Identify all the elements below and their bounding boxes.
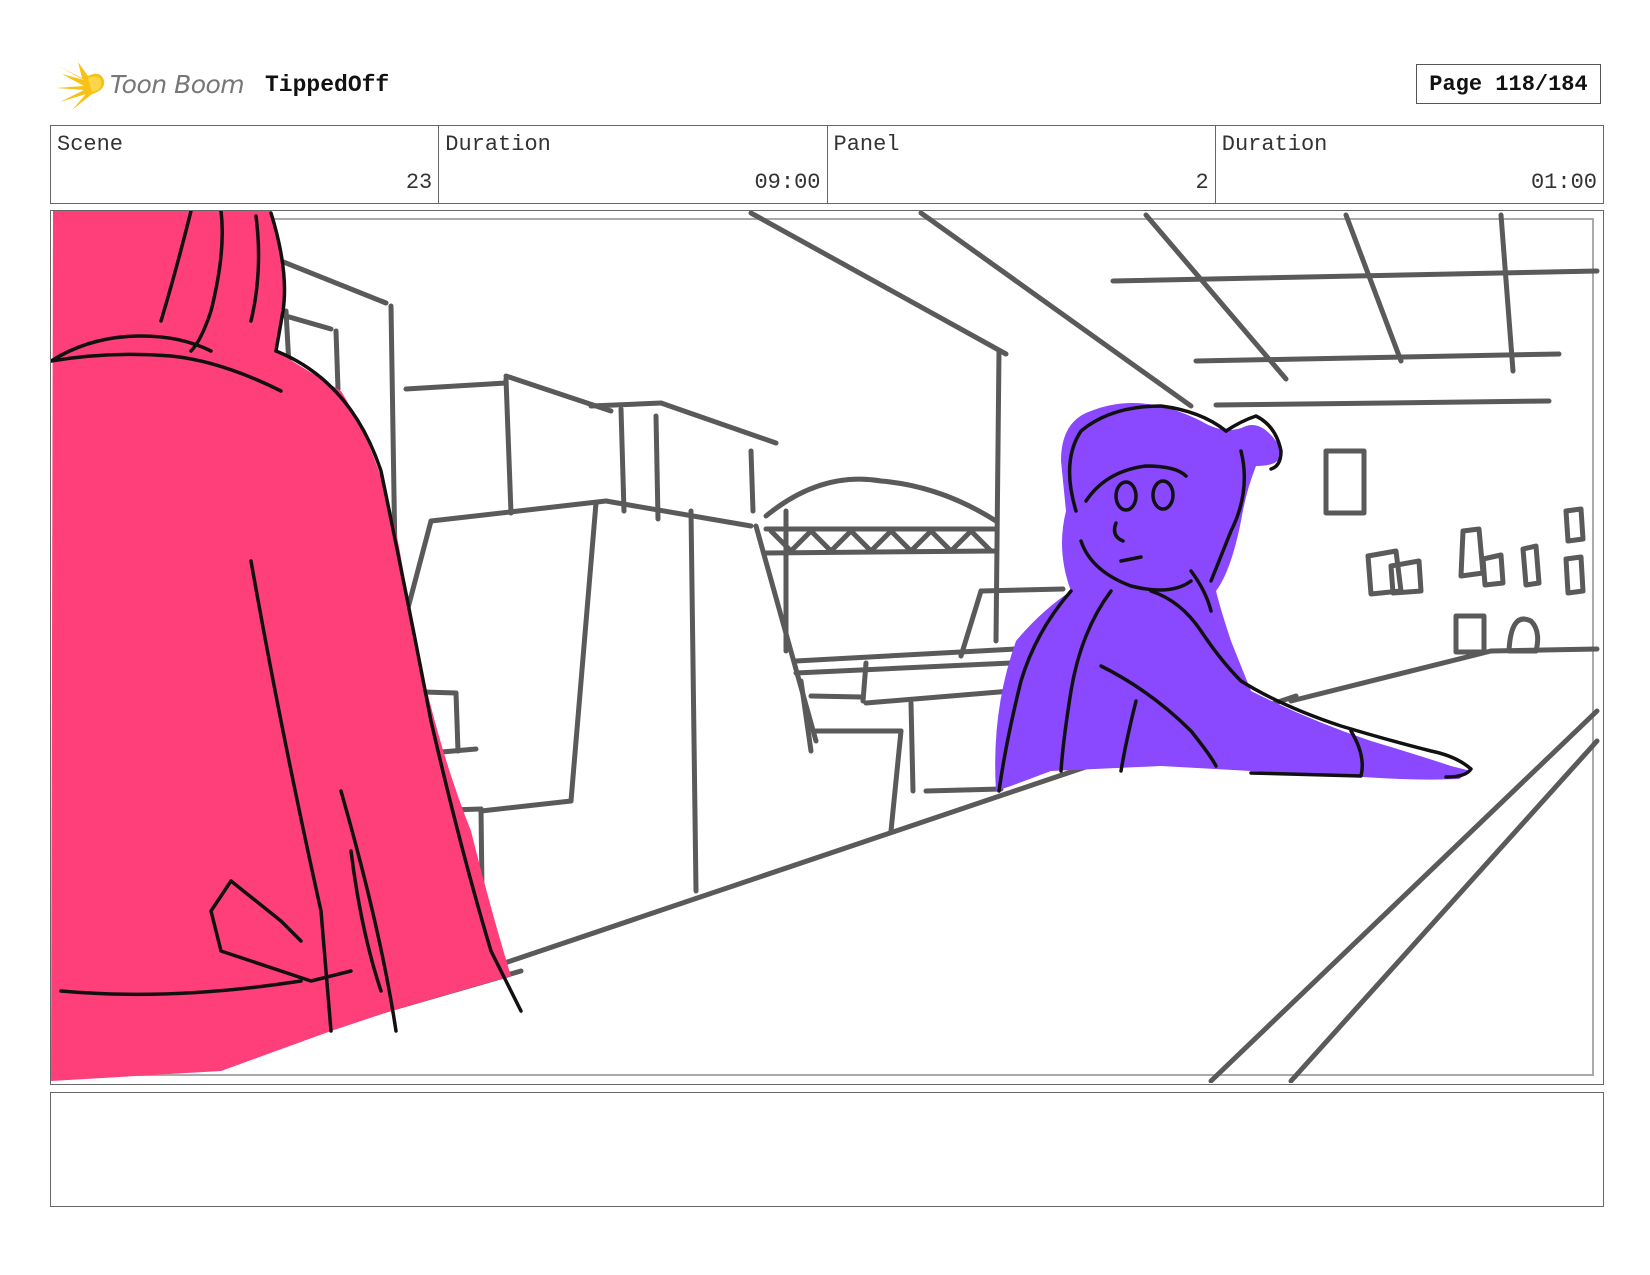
storyboard-frame	[50, 210, 1604, 1085]
scene-duration-value: 09:00	[754, 170, 821, 195]
panel-sketch	[51, 211, 1600, 1083]
logo-text: Toon Boom	[110, 70, 245, 99]
panel-info-row: Scene 23 Duration 09:00 Panel 2 Duration…	[50, 125, 1604, 204]
panel-label: Panel	[833, 132, 900, 157]
scene-label: Scene	[57, 132, 124, 157]
scene-duration-cell: Duration 09:00	[439, 126, 828, 203]
purple-character	[995, 403, 1473, 793]
panel-duration-label: Duration	[1221, 132, 1328, 157]
toon-boom-logo: Toon Boom	[54, 60, 254, 112]
panel-cell: Panel 2	[828, 126, 1216, 203]
scene-duration-label: Duration	[445, 132, 551, 157]
panel-duration-value: 01:00	[1530, 170, 1597, 195]
scene-value: 23	[405, 170, 433, 195]
project-title: TippedOff	[265, 72, 390, 98]
storyboard-header: Toon Boom TippedOff Page 118/184	[54, 58, 1604, 114]
panel-notes-box	[50, 1092, 1604, 1207]
page-indicator: Page 118/184	[1416, 64, 1601, 104]
panel-duration-cell: Duration 01:00	[1216, 126, 1603, 203]
panel-value: 2	[1195, 170, 1209, 195]
scene-cell: Scene 23	[51, 126, 440, 203]
starburst-icon	[56, 62, 105, 110]
